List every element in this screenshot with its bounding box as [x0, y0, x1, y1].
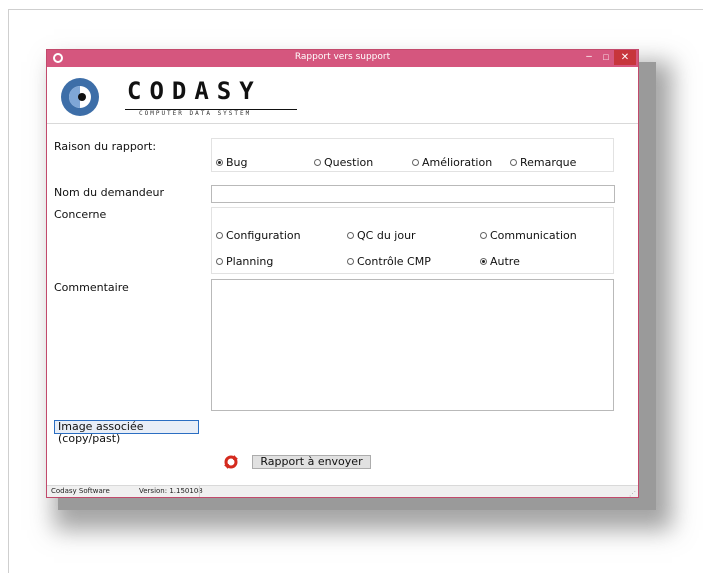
radio-dot[interactable] [216, 258, 223, 265]
radio-label: Communication [490, 229, 577, 242]
radio-qc-du-jour[interactable]: QC du jour [347, 229, 416, 242]
codasy-logo-icon [61, 78, 99, 116]
radio-configuration[interactable]: Configuration [216, 229, 301, 242]
radio-dot[interactable] [347, 258, 354, 265]
image-associee-button[interactable]: Image associée (copy/past) [54, 420, 199, 445]
send-report-button[interactable]: Rapport à envoyer [252, 455, 371, 469]
report-window: Rapport vers support – □ ✕ CODASY COMPUT… [46, 49, 639, 498]
demandeur-input[interactable] [211, 185, 615, 203]
radio-remarque[interactable]: Remarque [510, 156, 576, 169]
radio-controle-cmp[interactable]: Contrôle CMP [347, 255, 431, 268]
concerne-label: Concerne [54, 208, 107, 221]
logo-header: CODASY COMPUTER DATA SYSTEM [47, 67, 638, 123]
radio-label: Contrôle CMP [357, 255, 431, 268]
radio-question[interactable]: Question [314, 156, 373, 169]
refresh-icon[interactable] [224, 455, 238, 469]
minimize-button[interactable]: – [580, 50, 598, 66]
radio-dot[interactable] [412, 159, 419, 166]
radio-label: Configuration [226, 229, 301, 242]
window-title: Rapport vers support [294, 52, 391, 62]
status-version: Version: 1.150108 [139, 487, 203, 495]
maximize-button[interactable]: □ [598, 50, 614, 66]
radio-dot[interactable] [347, 232, 354, 239]
radio-communication[interactable]: Communication [480, 229, 577, 242]
demandeur-label: Nom du demandeur [54, 186, 165, 199]
raison-label: Raison du rapport: [54, 140, 157, 153]
radio-dot[interactable] [510, 159, 517, 166]
resize-grip-icon[interactable]: ⋰ [629, 490, 636, 497]
radio-label: Amélioration [422, 156, 493, 169]
radio-dot[interactable] [216, 232, 223, 239]
radio-label: Question [324, 156, 374, 169]
commentaire-label: Commentaire [54, 281, 129, 294]
radio-dot[interactable] [480, 258, 487, 265]
radio-dot[interactable] [216, 159, 223, 166]
logo-wordmark: CODASY [127, 77, 262, 105]
commentaire-textarea[interactable] [211, 279, 614, 411]
logo-tagline: COMPUTER DATA SYSTEM [139, 110, 252, 117]
radio-dot[interactable] [480, 232, 487, 239]
radio-amelioration[interactable]: Amélioration [412, 156, 492, 169]
radio-dot[interactable] [314, 159, 321, 166]
status-divider [199, 486, 200, 497]
radio-label: QC du jour [357, 229, 416, 242]
header-separator [47, 123, 638, 124]
radio-autre[interactable]: Autre [480, 255, 520, 268]
status-bar: Codasy Software Version: 1.150108 ⋰ [47, 485, 638, 497]
radio-label: Remarque [520, 156, 577, 169]
radio-label: Autre [490, 255, 520, 268]
radio-label: Planning [226, 255, 274, 268]
status-company: Codasy Software [51, 487, 110, 495]
radio-label: Bug [226, 156, 248, 169]
radio-planning[interactable]: Planning [216, 255, 273, 268]
radio-bug[interactable]: Bug [216, 156, 248, 169]
title-bar[interactable]: Rapport vers support – □ ✕ [47, 50, 638, 67]
close-button[interactable]: ✕ [614, 50, 636, 65]
